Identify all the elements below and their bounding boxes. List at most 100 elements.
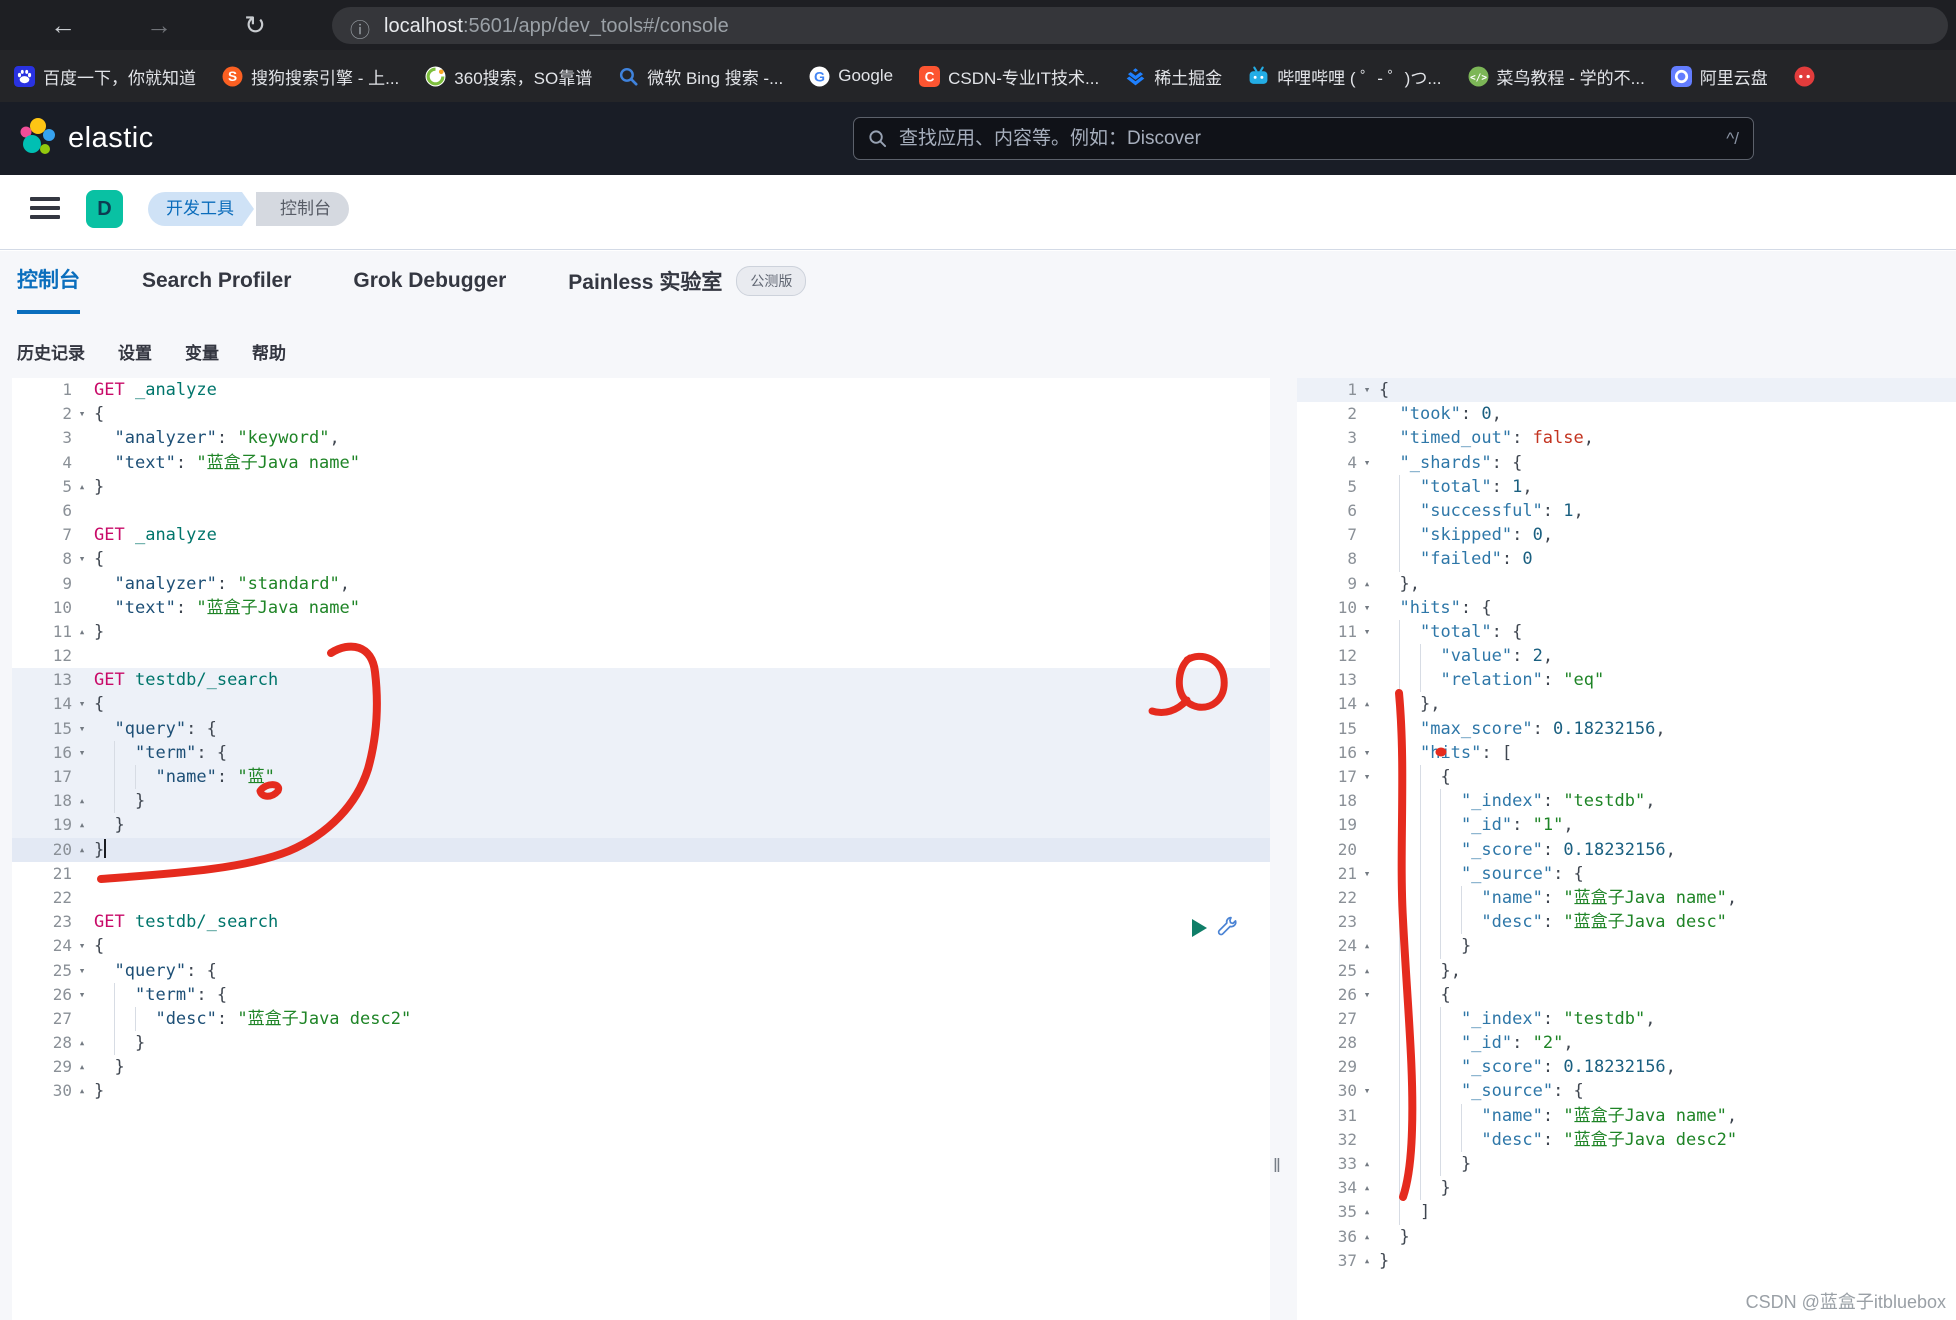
- code-line[interactable]: 31 "name": "蓝盒子Java name",: [1297, 1103, 1956, 1128]
- send-request-icon[interactable]: [1191, 918, 1208, 938]
- code-line[interactable]: 9 ▴ },: [1297, 572, 1956, 596]
- code-line[interactable]: 1 ▾{: [1297, 378, 1956, 403]
- fold-icon[interactable]: ▾: [72, 692, 92, 716]
- fold-icon[interactable]: ▾: [1357, 741, 1377, 765]
- bookmark-item[interactable]: 百度一下，你就知道: [14, 64, 196, 89]
- code-line[interactable]: 29 ▴ }: [12, 1055, 1270, 1079]
- tab-painless-实验室[interactable]: Painless 实验室 公测版: [568, 266, 807, 312]
- wrench-icon[interactable]: [1216, 915, 1238, 937]
- bookmark-item[interactable]: 360搜索，SO靠谱: [425, 64, 592, 89]
- global-search-bar[interactable]: ^/: [853, 117, 1754, 160]
- code-line[interactable]: 30 ▾ "_source": {: [1297, 1079, 1956, 1104]
- code-line[interactable]: 37 ▴}: [1297, 1249, 1956, 1273]
- fold-icon[interactable]: ▾: [1357, 596, 1377, 620]
- fold-icon[interactable]: ▾: [1357, 378, 1377, 402]
- code-line[interactable]: 5 ▴}: [12, 475, 1270, 499]
- console-menu-item[interactable]: 帮助: [252, 339, 286, 364]
- code-line[interactable]: 26 ▾ "term": {: [12, 982, 1270, 1007]
- breadcrumb-dev-tools[interactable]: 开发工具: [148, 192, 254, 226]
- code-line[interactable]: 25 ▴ },: [1297, 958, 1956, 983]
- code-line[interactable]: 29 "_score": 0.18232156,: [1297, 1055, 1956, 1080]
- fold-icon[interactable]: ▾: [1357, 620, 1377, 644]
- code-line[interactable]: 24 ▴ }: [1297, 934, 1956, 959]
- address-bar[interactable]: ⓘ localhost:5601/app/dev_tools#/console: [332, 7, 1948, 44]
- bookmark-item[interactable]: </> 菜鸟教程 - 学的不...: [1468, 64, 1645, 89]
- fold-icon[interactable]: ▾: [72, 717, 92, 741]
- bookmark-item[interactable]: [1794, 66, 1823, 87]
- fold-icon[interactable]: ▴: [72, 813, 92, 837]
- console-menu-item[interactable]: 设置: [118, 339, 152, 364]
- console-menu-item[interactable]: 历史记录: [17, 339, 85, 364]
- code-line[interactable]: 22 "name": "蓝盒子Java name",: [1297, 885, 1956, 911]
- code-line[interactable]: 28 "_id": "2",: [1297, 1031, 1956, 1056]
- space-avatar[interactable]: D: [86, 190, 123, 228]
- fold-icon[interactable]: ▾: [1357, 983, 1377, 1007]
- fold-icon[interactable]: ▴: [1357, 1225, 1377, 1249]
- fold-icon[interactable]: ▾: [72, 741, 92, 765]
- code-line[interactable]: 16 ▾ "hits": [: [1297, 740, 1956, 766]
- bookmark-item[interactable]: 哔哩哔哩 ( ゜- ゜)つ...: [1248, 64, 1442, 89]
- fold-icon[interactable]: ▴: [1357, 1249, 1377, 1273]
- bookmark-item[interactable]: 微软 Bing 搜索 -...: [618, 64, 783, 89]
- code-line[interactable]: 8 ▾{: [12, 547, 1270, 571]
- code-line[interactable]: 6: [12, 499, 1270, 523]
- code-line[interactable]: 2 ▾{: [12, 402, 1270, 426]
- code-line[interactable]: 36 ▴ }: [1297, 1225, 1956, 1249]
- code-line[interactable]: 14 ▾{: [12, 692, 1270, 717]
- code-line[interactable]: 15 "max_score": 0.18232156,: [1297, 716, 1956, 741]
- code-line[interactable]: 4 ▾ "_shards": {: [1297, 451, 1956, 475]
- forward-icon[interactable]: →: [140, 6, 178, 44]
- fold-icon[interactable]: ▴: [72, 789, 92, 813]
- code-line[interactable]: 24 ▾{: [12, 934, 1270, 958]
- fold-icon[interactable]: ▾: [1357, 765, 1377, 789]
- fold-icon[interactable]: ▾: [72, 983, 92, 1007]
- fold-icon[interactable]: ▾: [72, 959, 92, 983]
- code-line[interactable]: 12: [12, 644, 1270, 668]
- code-line[interactable]: 19 ▴ }: [12, 813, 1270, 838]
- fold-icon[interactable]: ▴: [72, 1031, 92, 1055]
- code-line[interactable]: 25 ▾ "query": {: [12, 959, 1270, 983]
- reload-icon[interactable]: ↻: [236, 6, 274, 44]
- code-line[interactable]: 10 "text": "蓝盒子Java name": [12, 596, 1270, 620]
- code-line[interactable]: 17 ▾ {: [1297, 765, 1956, 790]
- fold-icon[interactable]: ▴: [1357, 1152, 1377, 1176]
- code-line[interactable]: 12 "value": 2,: [1297, 644, 1956, 669]
- code-line[interactable]: 23 GET testdb/_search: [12, 910, 1270, 934]
- code-line[interactable]: 1 GET _analyze: [12, 378, 1270, 402]
- code-line[interactable]: 21: [12, 862, 1270, 886]
- elastic-brand[interactable]: elastic: [18, 116, 154, 160]
- response-viewer[interactable]: 1 ▾{2 "took": 0, 3 "timed_out": false, 4 ▾ "…: [1297, 378, 1956, 1320]
- code-line[interactable]: 8 "failed": 0: [1297, 547, 1956, 572]
- bookmark-item[interactable]: C CSDN-专业IT技术...: [919, 64, 1099, 89]
- code-line[interactable]: 15 ▾ "query": {: [12, 716, 1270, 741]
- code-line[interactable]: 14 ▴ },: [1297, 692, 1956, 717]
- fold-icon[interactable]: ▴: [72, 620, 92, 644]
- code-line[interactable]: 20 "_score": 0.18232156,: [1297, 837, 1956, 862]
- code-line[interactable]: 4 "text": "蓝盒子Java name": [12, 451, 1270, 475]
- code-line[interactable]: 22: [12, 886, 1270, 910]
- bookmark-item[interactable]: G Google: [809, 66, 893, 87]
- fold-icon[interactable]: ▴: [1357, 572, 1377, 596]
- site-info-icon[interactable]: ⓘ: [350, 14, 370, 43]
- bookmark-item[interactable]: 阿里云盘: [1670, 64, 1768, 89]
- global-search-input[interactable]: [899, 127, 1717, 150]
- fold-icon[interactable]: ▾: [72, 934, 92, 958]
- console-menu-item[interactable]: 变量: [185, 339, 219, 364]
- code-line[interactable]: 10 ▾ "hits": {: [1297, 596, 1956, 620]
- code-line[interactable]: 17 "name": "蓝": [12, 765, 1270, 790]
- fold-icon[interactable]: ▴: [1357, 959, 1377, 983]
- code-line[interactable]: 34 ▴ }: [1297, 1176, 1956, 1201]
- code-line[interactable]: 21 ▾ "_source": {: [1297, 861, 1956, 886]
- code-line[interactable]: 7 GET _analyze: [12, 523, 1270, 547]
- code-line[interactable]: 28 ▴ }: [12, 1031, 1270, 1056]
- code-line[interactable]: 23 "desc": "蓝盒子Java desc": [1297, 910, 1956, 935]
- bookmark-item[interactable]: 稀土掘金: [1125, 64, 1222, 89]
- bookmark-item[interactable]: S 搜狗搜索引擎 - 上...: [222, 64, 399, 89]
- menu-icon[interactable]: [30, 197, 60, 221]
- code-line[interactable]: 27 "_index": "testdb",: [1297, 1006, 1956, 1032]
- fold-icon[interactable]: ▴: [72, 1079, 92, 1103]
- fold-icon[interactable]: ▾: [1357, 1079, 1377, 1103]
- code-line[interactable]: 27 "desc": "蓝盒子Java desc2": [12, 1006, 1270, 1032]
- tab-控制台[interactable]: 控制台: [17, 264, 80, 314]
- fold-icon[interactable]: ▴: [1357, 934, 1377, 958]
